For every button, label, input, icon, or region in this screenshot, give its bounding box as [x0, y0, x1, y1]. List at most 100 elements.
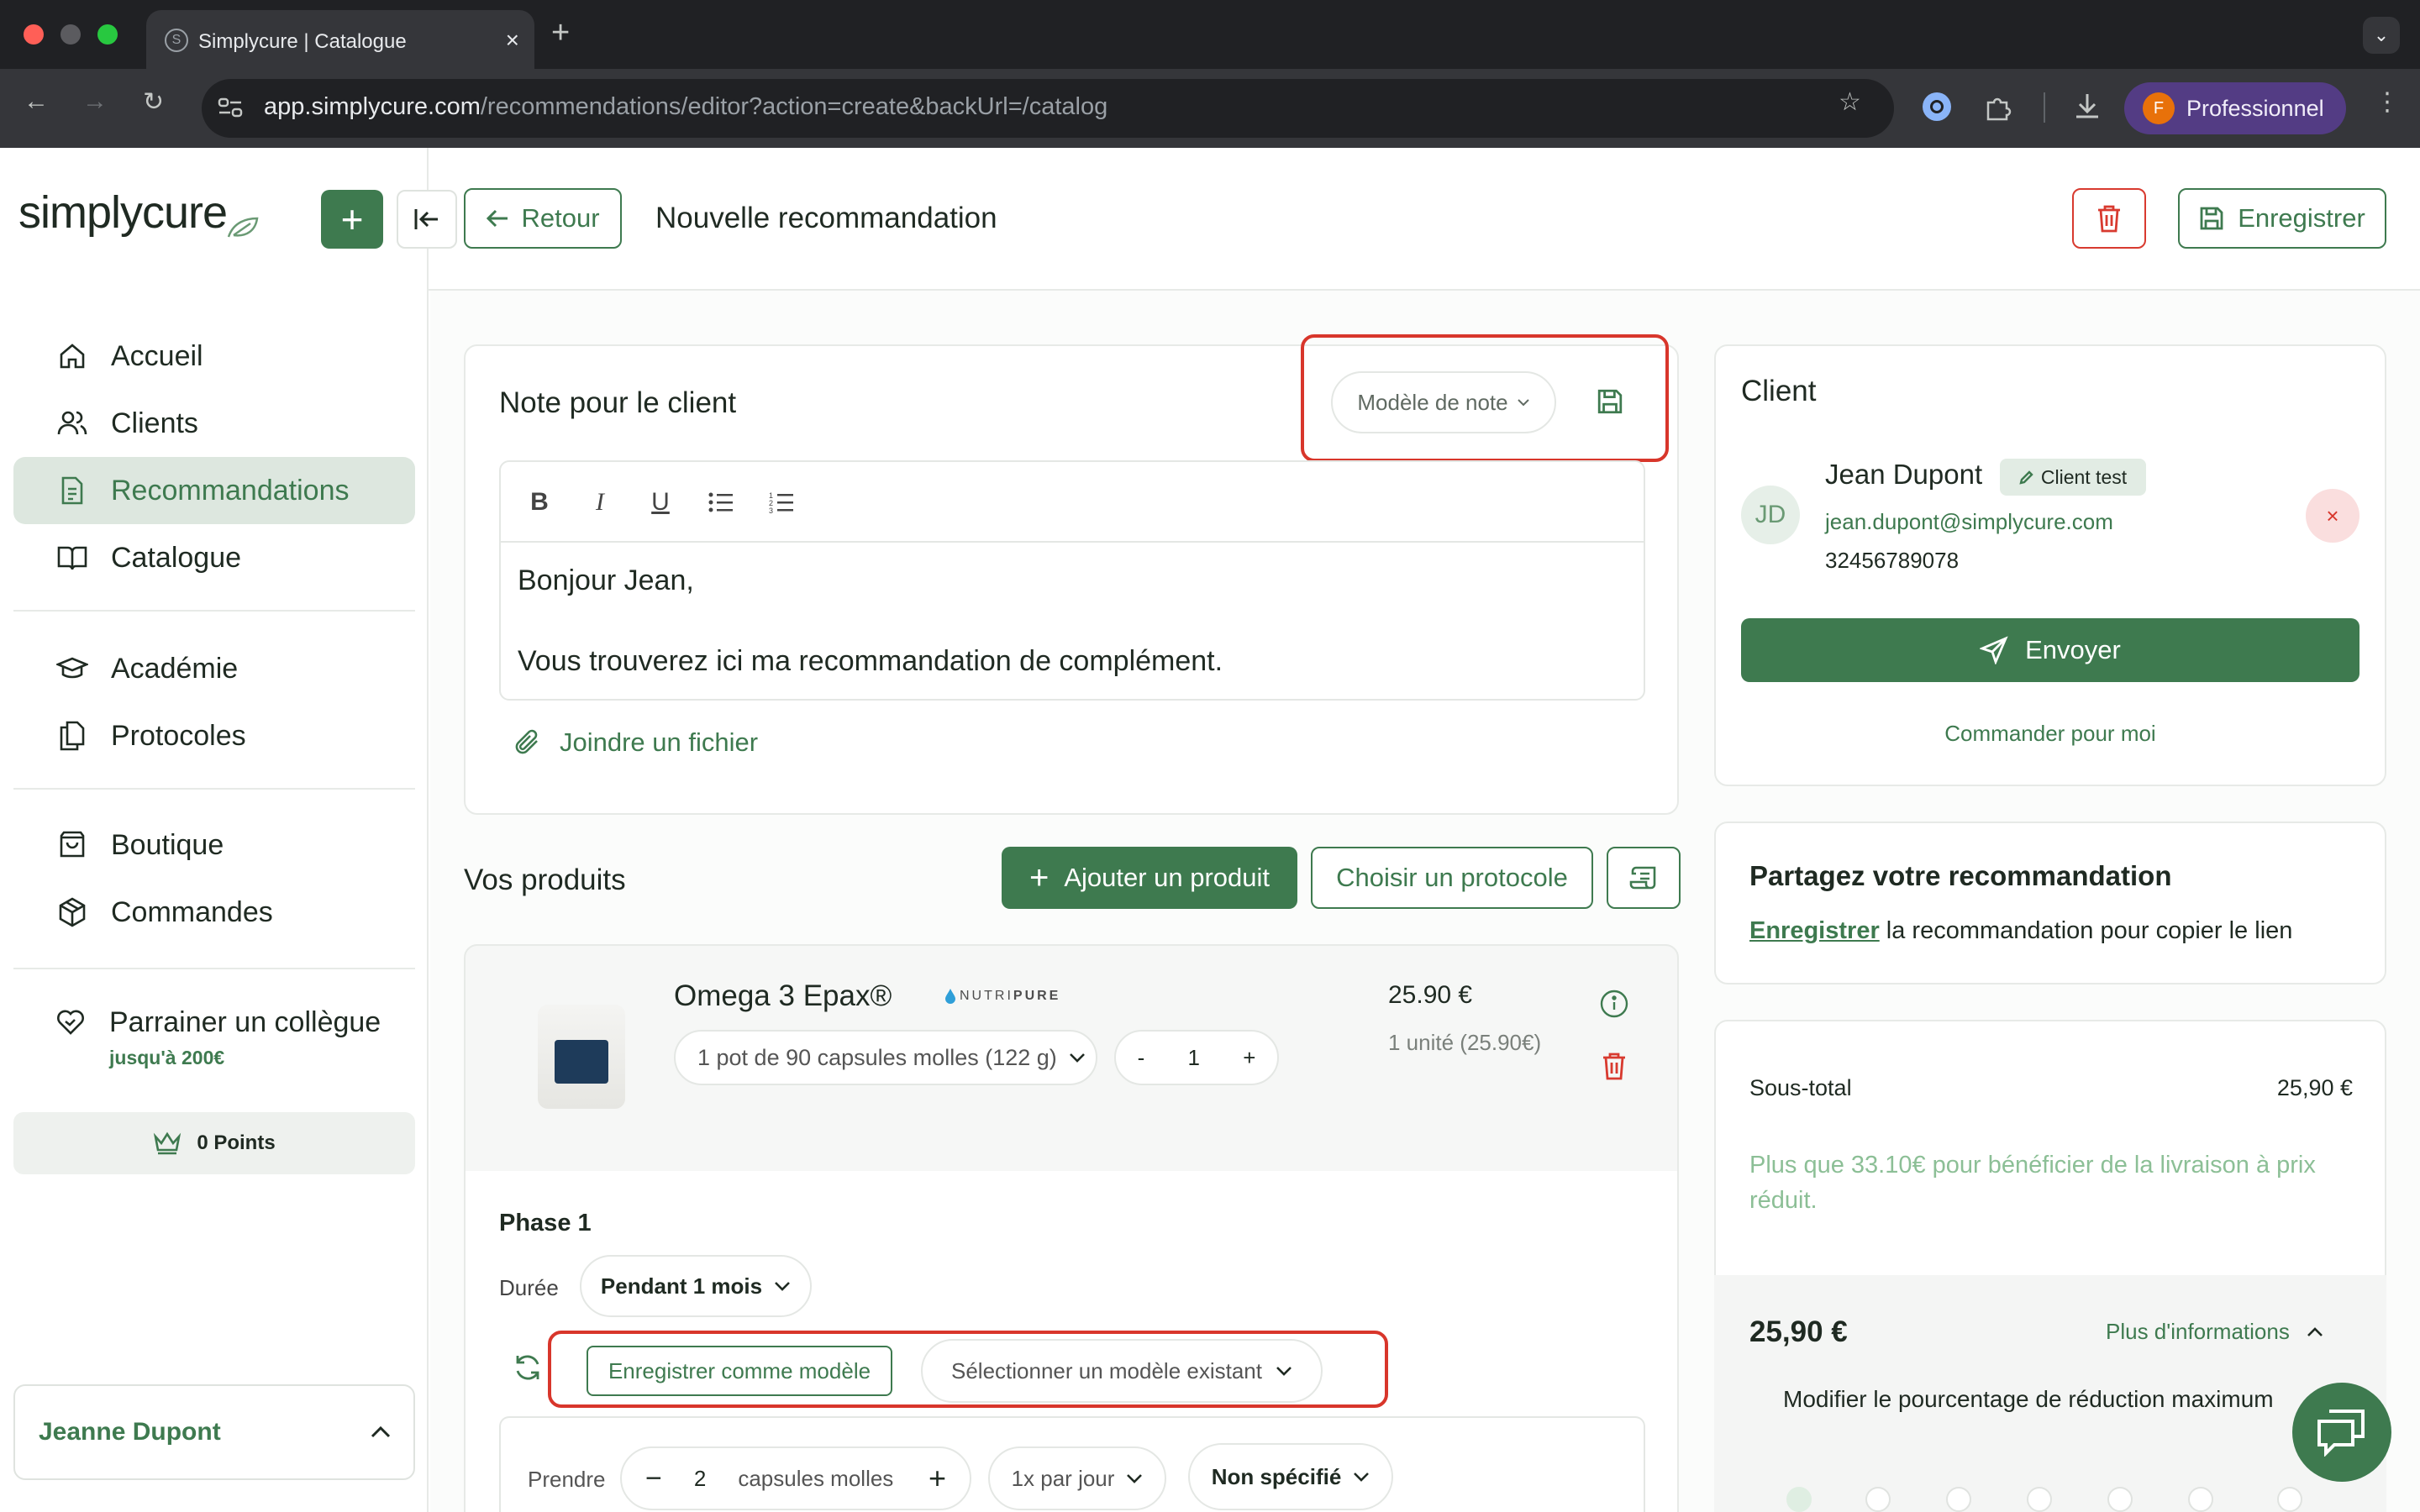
referral-label[interactable]: Parrainer un collègue: [109, 1006, 381, 1039]
unit-price: 1 unité (25.90€): [1388, 1030, 1542, 1055]
chat-support-button[interactable]: [2292, 1383, 2391, 1482]
share-title: Partagez votre recommandation: [1749, 860, 2172, 891]
product-name[interactable]: Omega 3 Epax®: [674, 979, 892, 1013]
sidebar-item-clients[interactable]: Clients: [13, 390, 415, 457]
choose-protocol-button[interactable]: Choisir un protocole: [1311, 847, 1593, 909]
discount-step[interactable]: [2107, 1487, 2133, 1512]
duration-value: Pendant 1 mois: [600, 1273, 763, 1299]
order-for-me-link[interactable]: Commander pour moi: [1741, 721, 2360, 747]
reload-icon[interactable]: ↻: [143, 87, 164, 117]
remove-product-trash-icon[interactable]: [1602, 1052, 1627, 1080]
scroll-list-icon: [1629, 864, 1658, 891]
sidebar-item-boutique[interactable]: Boutique: [13, 811, 415, 879]
sidebar-divider: [13, 610, 415, 612]
user-menu[interactable]: Jeanne Dupont: [13, 1384, 415, 1480]
frequency-value: 1x par jour: [1011, 1465, 1115, 1491]
numbered-list-icon[interactable]: 123: [766, 487, 797, 517]
forward-arrow-icon[interactable]: →: [82, 87, 108, 116]
sidebar-item-accueil[interactable]: Accueil: [13, 323, 415, 390]
more-info-toggle[interactable]: Plus d'informations: [2106, 1319, 2323, 1345]
product-price: 25.90 €: [1388, 981, 1473, 1009]
highlight-annotation: [1301, 334, 1669, 462]
send-button[interactable]: Envoyer: [1741, 618, 2360, 682]
sidebar-item-academie[interactable]: Académie: [13, 635, 415, 702]
sidebar-item-catalogue[interactable]: Catalogue: [13, 524, 415, 591]
collapse-sidebar-button[interactable]: [397, 190, 457, 249]
minus-icon[interactable]: −: [645, 1462, 662, 1495]
timing-select[interactable]: Non spécifié: [1188, 1443, 1393, 1510]
leaf-logo-icon: [225, 215, 260, 240]
remove-client-icon[interactable]: ×: [2306, 489, 2360, 543]
profile-button[interactable]: F Professionnel: [2124, 82, 2346, 134]
frequency-select[interactable]: 1x par jour: [988, 1446, 1166, 1510]
italic-icon[interactable]: I: [585, 487, 615, 517]
save-link[interactable]: Enregistrer: [1749, 917, 1880, 944]
browser-menu-icon[interactable]: ⋮: [2375, 87, 2400, 117]
quantity-value: 1: [1187, 1044, 1200, 1070]
sidebar-item-recommandations[interactable]: Recommandations: [13, 457, 415, 524]
delete-recommendation-button[interactable]: [2072, 188, 2146, 249]
bold-icon[interactable]: B: [524, 487, 555, 517]
back-button[interactable]: Retour: [464, 188, 622, 249]
client-email[interactable]: jean.dupont@simplycure.com: [1825, 509, 2113, 535]
close-window-icon[interactable]: [24, 24, 44, 45]
save-button[interactable]: Enregistrer: [2178, 188, 2386, 249]
maximize-window-icon[interactable]: [97, 24, 118, 45]
discount-step-check-icon[interactable]: [1786, 1487, 1812, 1512]
protocol-list-button[interactable]: [1607, 847, 1681, 909]
sidebar-item-protocoles[interactable]: Protocoles: [13, 702, 415, 769]
url-text[interactable]: app.simplycure.com/recommendations/edito…: [264, 93, 1107, 121]
download-icon[interactable]: [2072, 91, 2102, 121]
client-badge-label: Client test: [2040, 465, 2128, 488]
share-card: [1714, 822, 2386, 984]
back-arrow-icon[interactable]: ←: [24, 87, 49, 116]
underline-icon[interactable]: U: [645, 487, 676, 517]
profile-avatar: F: [2143, 92, 2175, 124]
refresh-icon[interactable]: [513, 1352, 543, 1383]
password-manager-icon[interactable]: [1923, 92, 1951, 121]
book-icon: [55, 541, 89, 575]
browser-tab[interactable]: S Simplycure | Catalogue ×: [146, 10, 534, 69]
arrow-left-icon: [486, 208, 509, 228]
add-product-button[interactable]: + Ajouter un produit: [1002, 847, 1297, 909]
client-name[interactable]: Jean Dupont: [1825, 459, 1982, 491]
files-icon: [55, 719, 89, 753]
decrement-button[interactable]: -: [1138, 1045, 1145, 1071]
info-icon[interactable]: [1600, 990, 1628, 1018]
discount-step[interactable]: [2188, 1487, 2213, 1512]
quantity-stepper[interactable]: - 1 +: [1114, 1030, 1279, 1085]
client-phone: 32456789078: [1825, 548, 1960, 573]
simplycure-logo[interactable]: simplycure: [18, 186, 228, 239]
client-avatar: JD: [1741, 486, 1800, 544]
paperclip-icon: [514, 728, 541, 757]
sidebar-item-label: Commandes: [111, 895, 273, 928]
increment-button[interactable]: +: [1243, 1045, 1255, 1071]
discount-step[interactable]: [1946, 1487, 1971, 1512]
chevron-down-icon: [1069, 1053, 1086, 1063]
minimize-window-icon[interactable]: [60, 24, 81, 45]
graduation-cap-icon: [55, 652, 89, 685]
extensions-puzzle-icon[interactable]: [1983, 92, 2013, 123]
sidebar-item-commandes[interactable]: Commandes: [13, 879, 415, 946]
discount-label: Modifier le pourcentage de réduction max…: [1783, 1386, 2274, 1412]
discount-step[interactable]: [1865, 1487, 1891, 1512]
site-settings-icon[interactable]: [217, 94, 244, 121]
dosage-stepper[interactable]: − 2 capsules molles +: [620, 1446, 971, 1510]
referral-reward: jusqu'à 200€: [109, 1047, 225, 1068]
duration-select[interactable]: Pendant 1 mois: [580, 1255, 812, 1317]
user-name: Jeanne Dupont: [39, 1418, 221, 1446]
bullet-list-icon[interactable]: [706, 487, 736, 517]
variant-select[interactable]: 1 pot de 90 capsules molles (122 g): [674, 1030, 1097, 1085]
tab-search-chevron-icon[interactable]: ⌄: [2363, 17, 2400, 54]
bookmark-star-icon[interactable]: ☆: [1839, 87, 1861, 117]
trash-icon: [2096, 204, 2122, 233]
close-tab-icon[interactable]: ×: [506, 27, 519, 54]
svg-text:3: 3: [769, 507, 773, 514]
plus-icon[interactable]: +: [929, 1461, 946, 1496]
quick-create-button[interactable]: +: [321, 190, 383, 249]
discount-step[interactable]: [2027, 1487, 2052, 1512]
points-badge[interactable]: 0 Points: [13, 1112, 415, 1174]
attach-file-link[interactable]: Joindre un fichier: [514, 727, 758, 758]
new-tab-icon[interactable]: +: [551, 15, 570, 51]
sidebar-item-label: Accueil: [111, 339, 203, 372]
